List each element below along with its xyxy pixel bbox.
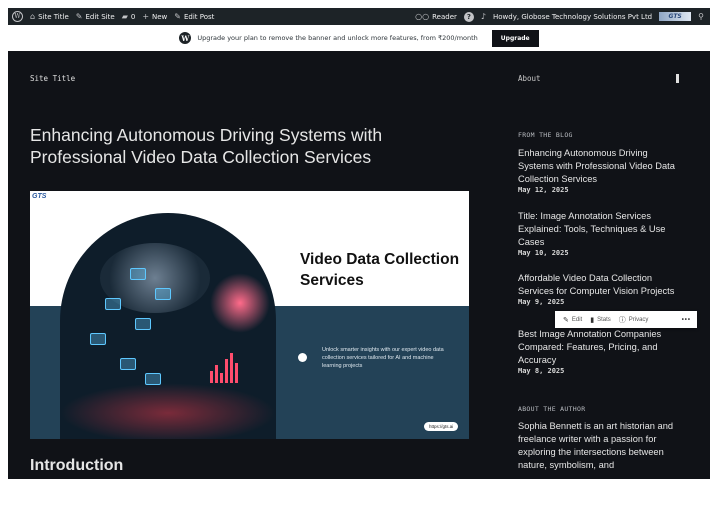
admin-site-title-link[interactable]: ⌂ Site Title [30, 12, 69, 21]
author-bio: Sophia Bennett is an art historian and f… [518, 421, 674, 470]
pencil-icon: ✎ [174, 12, 181, 21]
search-icon: ⚲ [698, 12, 704, 21]
edit-post-link[interactable]: ✎ Edit Post [174, 12, 214, 21]
sidebar-post-title[interactable]: Title: Image Annotation Services Explain… [518, 210, 678, 249]
menu-toggle-icon[interactable] [676, 74, 679, 83]
browser-viewport: W ⌂ Site Title ✎ Edit Site ▰ 0 + New ✎ E… [8, 8, 710, 479]
about-author-label: ABOUT THE AUTHOR [518, 405, 586, 413]
bell-icon: ♪ [480, 12, 487, 21]
site-title[interactable]: Site Title [30, 74, 75, 83]
featured-image: GTS Video Data Collection Services Unloc… [30, 191, 469, 439]
pencil-icon: ✎ [563, 316, 569, 324]
toolbar-edit-button[interactable]: ✎ Edit [563, 316, 582, 324]
hero-arch-image [60, 213, 276, 439]
comments-count: 0 [130, 12, 136, 21]
sidebar-post[interactable]: Title: Image Annotation Services Explain… [518, 210, 678, 257]
toolbar-stats-button[interactable]: ▮ Stats [590, 316, 611, 324]
edit-site-link[interactable]: ✎ Edit Site [76, 12, 115, 21]
toolbar-privacy-button[interactable]: ⓘ Privacy [619, 315, 649, 325]
help-icon: ? [463, 11, 474, 22]
bar-chart-icon: ▮ [590, 316, 595, 324]
hologram-bar-chart [210, 353, 240, 383]
sidebar-post[interactable]: Enhancing Autonomous Driving Systems wit… [518, 147, 678, 194]
intro-heading: Introduction [30, 457, 124, 474]
sidebar-post[interactable]: Affordable Video Data Collection Service… [518, 272, 678, 306]
new-label: New [152, 12, 168, 21]
new-content-link[interactable]: + New [142, 12, 167, 21]
reader-label: Reader [432, 12, 457, 21]
hero-bullet-dot [298, 353, 307, 362]
home-icon: ⌂ [30, 12, 36, 21]
hero-url-badge: https://gts.ai [424, 422, 459, 431]
wordpress-logo-icon[interactable]: W [12, 11, 23, 22]
glasses-icon: ○○ [415, 12, 430, 21]
notifications-button[interactable]: ♪ [481, 12, 486, 21]
sidebar-post[interactable]: Best Image Annotation Companies Compared… [518, 328, 678, 375]
sidebar-post-date: May 10, 2025 [518, 249, 569, 257]
toolbar-privacy-label: Privacy [628, 316, 649, 323]
nav-about-link[interactable]: About [518, 74, 541, 83]
toolbar-edit-label: Edit [571, 316, 583, 323]
brush-icon: ✎ [75, 12, 83, 21]
sidebar-post-date: May 12, 2025 [518, 186, 569, 194]
reader-link[interactable]: ○○ Reader [415, 12, 457, 21]
comments-link[interactable]: ▰ 0 [122, 12, 136, 21]
help-button[interactable]: ? [463, 11, 474, 22]
avatar: GTS [659, 12, 692, 21]
sidebar-post-title[interactable]: Enhancing Autonomous Driving Systems wit… [518, 147, 678, 186]
hero-heading: Video Data Collection Services [300, 251, 460, 289]
from-blog-label: FROM THE BLOG [518, 131, 573, 139]
hero-subtext: Unlock smarter insights with our expert … [322, 347, 444, 369]
comment-icon: ▰ [121, 12, 128, 21]
account-menu[interactable]: Howdy, Globose Technology Solutions Pvt … [493, 12, 692, 21]
laptop-glow [60, 383, 276, 439]
info-icon: ⓘ [618, 316, 626, 324]
toolbar-stats-label: Stats [597, 316, 611, 323]
edit-post-label: Edit Post [184, 12, 215, 21]
edit-site-label: Edit Site [85, 12, 115, 21]
admin-site-title-label: Site Title [38, 12, 69, 21]
chart-glow [210, 273, 270, 333]
sidebar-post-date: May 8, 2025 [518, 367, 565, 375]
admin-bar-right: ○○ Reader ? ♪ Howdy, Globose Technology … [408, 11, 710, 22]
block-toolbar: ✎ Edit ▮ Stats ⓘ Privacy ••• [555, 311, 697, 328]
sidebar-post-title[interactable]: Affordable Video Data Collection Service… [518, 272, 678, 298]
plus-icon: + [142, 12, 150, 21]
banner-text: Upgrade your plan to remove the banner a… [197, 34, 478, 42]
search-button[interactable]: ⚲ [698, 12, 704, 21]
post-title: Enhancing Autonomous Driving Systems wit… [30, 125, 383, 167]
sidebar-post-date: May 9, 2025 [518, 298, 565, 306]
howdy-label: Howdy, Globose Technology Solutions Pvt … [493, 12, 653, 21]
gts-logo: GTS [32, 193, 47, 200]
wordpress-logo-icon: W [179, 32, 192, 44]
sidebar-post-title[interactable]: Best Image Annotation Companies Compared… [518, 328, 678, 367]
more-options-icon[interactable]: ••• [682, 317, 691, 323]
upgrade-button[interactable]: Upgrade [491, 29, 539, 47]
admin-bar: W ⌂ Site Title ✎ Edit Site ▰ 0 + New ✎ E… [8, 8, 710, 25]
upgrade-banner: W Upgrade your plan to remove the banner… [8, 25, 710, 51]
